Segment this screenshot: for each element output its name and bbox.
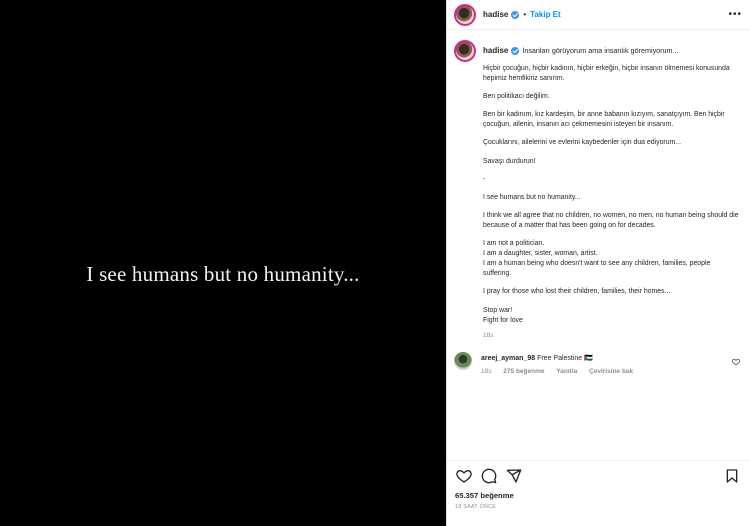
comment: areej_ayman_98 Free Palestine 🇵🇸 18s 275… xyxy=(454,351,740,375)
caption-username[interactable]: hadise xyxy=(483,46,508,55)
comment-text: Free Palestine 🇵🇸 xyxy=(537,354,593,362)
avatar[interactable] xyxy=(454,3,476,26)
media-caption-text: I see humans but no humanity... xyxy=(86,261,360,286)
caption-paragraph: Ben bir kadınım, kız kardeşim, bir anne … xyxy=(483,111,725,129)
caption-paragraph: - xyxy=(483,175,486,183)
post-side-panel: hadise • Takip Et ••• hadise İnsanları gö… xyxy=(446,0,750,526)
verified-icon xyxy=(511,47,520,56)
caption-paragraph: Hiçbir çocuğun, hiçbir kadının, hiçbir e… xyxy=(483,65,730,83)
comment-avatar[interactable] xyxy=(454,351,472,370)
caption-avatar[interactable] xyxy=(454,40,476,62)
post-footer: 65.357 beğenme 18 SAAT ÖNCE xyxy=(447,460,750,526)
comment-meta: 18s 275 beğenme Yanıtla Çevirisine bak xyxy=(481,368,732,375)
more-icon[interactable]: ••• xyxy=(728,9,742,20)
comment-time: 18s xyxy=(481,367,492,375)
caption-head: hadise İnsanları görüyorum ama insanlık g… xyxy=(483,45,740,56)
bookmark-icon[interactable] xyxy=(723,468,740,485)
comment-icon[interactable] xyxy=(480,468,497,485)
translate-button[interactable]: Çevirisine bak xyxy=(589,368,633,375)
header-username[interactable]: hadise xyxy=(483,10,508,19)
action-bar xyxy=(455,465,740,487)
post-media[interactable]: I see humans but no humanity... xyxy=(0,0,446,526)
comment-username[interactable]: areej_ayman_98 xyxy=(481,355,535,362)
heart-icon[interactable] xyxy=(455,468,472,485)
verified-icon xyxy=(511,10,520,19)
follow-button[interactable]: Takip Et xyxy=(530,10,561,19)
separator-dot: • xyxy=(523,10,527,19)
comment-likes[interactable]: 275 beğenme xyxy=(503,368,544,375)
caption-paragraph: I see humans but no humanity... xyxy=(483,193,581,201)
caption-paragraph: I think we all agree that no children, n… xyxy=(483,211,739,229)
comment-text-row: areej_ayman_98 Free Palestine 🇵🇸 xyxy=(481,354,732,364)
comment-body: areej_ayman_98 Free Palestine 🇵🇸 18s 275… xyxy=(481,352,732,375)
reply-button[interactable]: Yanıtla xyxy=(556,368,577,375)
caption: hadise İnsanları görüyorum ama insanlık g… xyxy=(454,40,740,339)
caption-paragraph: Savaşı durdurun! xyxy=(483,157,536,165)
post-header: hadise • Takip Et ••• xyxy=(447,0,750,30)
post-age: 18 SAAT ÖNCE xyxy=(455,504,497,510)
caption-paragraph: Çocuklarını, ailelerini ve evlerini kayb… xyxy=(483,139,682,147)
caption-paragraph: I am not a politician. I am a daughter, … xyxy=(483,240,711,278)
caption-area[interactable]: hadise İnsanları görüyorum ama insanlık g… xyxy=(447,30,750,460)
caption-time: 18s xyxy=(483,331,494,339)
likes-count[interactable]: 65.357 beğenme xyxy=(455,491,740,500)
caption-paragraph: I pray for those who lost their children… xyxy=(483,288,671,296)
caption-paragraph: Stop war! Fight for love xyxy=(483,306,523,324)
share-icon[interactable] xyxy=(505,468,522,485)
comment-like-icon[interactable] xyxy=(732,358,740,368)
caption-paragraph: Ben politikacı değilim. xyxy=(483,93,550,101)
caption-body: hadise İnsanları görüyorum ama insanlık g… xyxy=(483,40,740,339)
caption-first-line: İnsanları görüyorum ama insanlık göremiy… xyxy=(522,46,679,55)
